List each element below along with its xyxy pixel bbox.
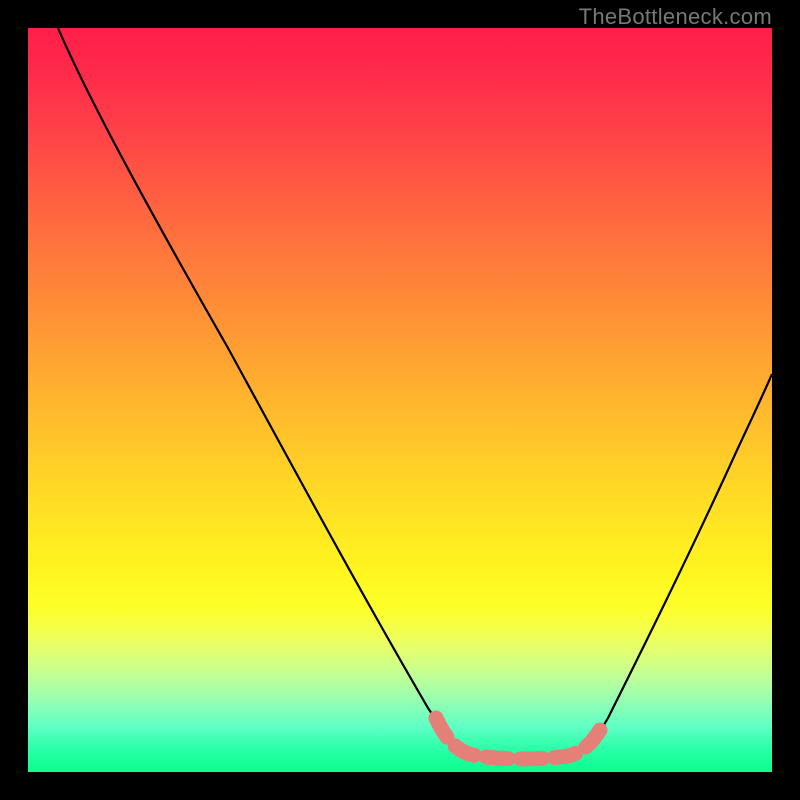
curve-svg — [28, 28, 772, 772]
chart-frame: TheBottleneck.com — [0, 0, 800, 800]
plot-area — [28, 28, 772, 772]
bottleneck-curve — [58, 28, 772, 759]
optimal-zone-marker — [436, 718, 600, 759]
watermark-text: TheBottleneck.com — [579, 4, 772, 30]
